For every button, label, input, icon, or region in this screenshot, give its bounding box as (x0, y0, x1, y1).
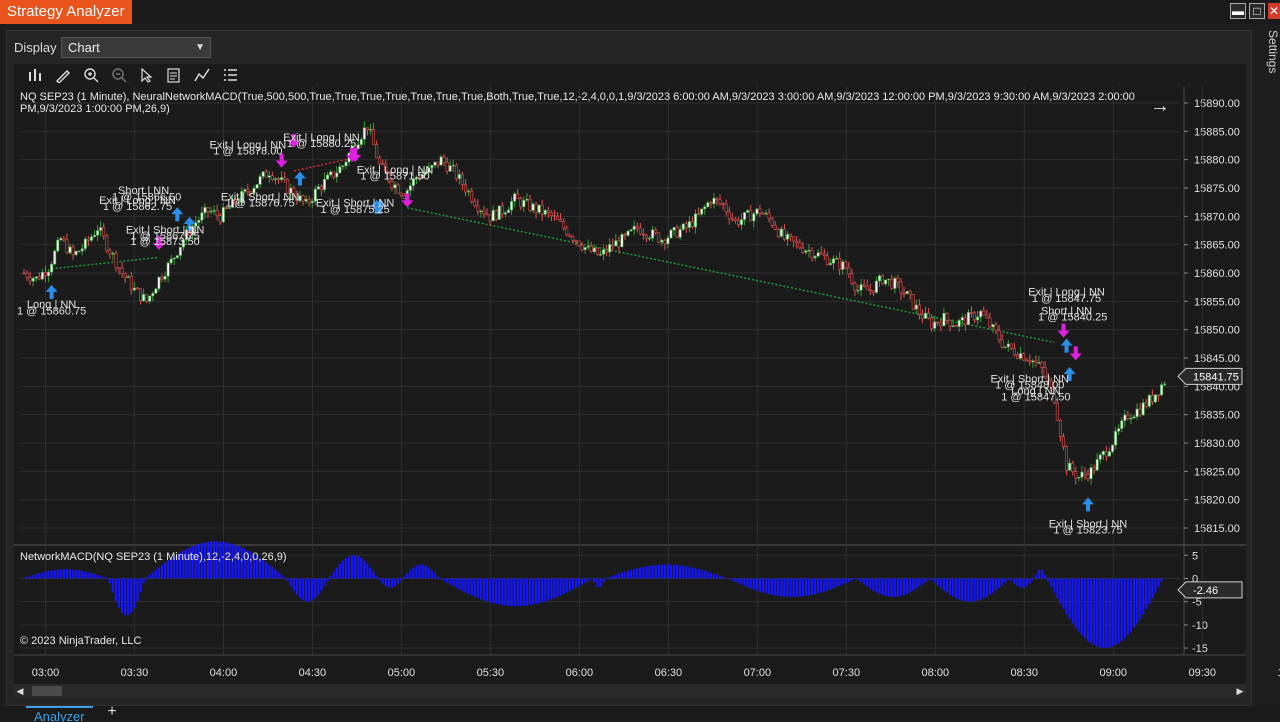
minimize-button[interactable]: ▬ (1230, 3, 1246, 19)
window-title: Strategy Analyzer (0, 0, 132, 24)
display-label: Display (14, 40, 57, 55)
indicator-title: NetworkMACD(NQ SEP23 (1 Minute),12,-2,4,… (20, 551, 287, 563)
scroll-right-icon[interactable]: ▶ (1234, 684, 1246, 698)
zoom-out-icon[interactable] (110, 67, 128, 83)
zoom-in-icon[interactable] (82, 67, 100, 83)
chart-area[interactable] (14, 64, 1246, 684)
bar-type-icon[interactable] (26, 67, 44, 83)
settings-side-tab[interactable]: Settings (1258, 24, 1280, 84)
draw-tool-icon[interactable] (54, 67, 72, 84)
add-tab-icon[interactable]: + (104, 704, 120, 720)
title-bar (0, 0, 1280, 24)
scrollbar-thumb[interactable] (32, 686, 62, 696)
scroll-right-arrow-icon[interactable]: → (1150, 95, 1170, 118)
horizontal-scrollbar[interactable]: ◀ ▶ (14, 684, 1246, 698)
display-select-value: Chart (68, 40, 100, 55)
indicators-list-icon[interactable] (221, 67, 239, 83)
display-select[interactable]: Chart ▼ (61, 37, 211, 58)
copyright-text: © 2023 NinjaTrader, LLC (20, 635, 142, 647)
strategies-icon[interactable] (193, 67, 211, 83)
maximize-button[interactable]: □ (1249, 3, 1265, 19)
chart-toolbar (14, 64, 1246, 86)
close-button[interactable]: ✕ (1268, 3, 1280, 19)
data-box-icon[interactable] (165, 67, 183, 83)
scroll-left-icon[interactable]: ◀ (14, 684, 26, 698)
chevron-down-icon: ▼ (195, 42, 205, 53)
pointer-icon[interactable] (137, 67, 155, 83)
chart-title: NQ SEP23 (1 Minute), NeuralNetworkMACD(T… (20, 91, 1135, 115)
bottom-tab-bar (0, 706, 1280, 720)
